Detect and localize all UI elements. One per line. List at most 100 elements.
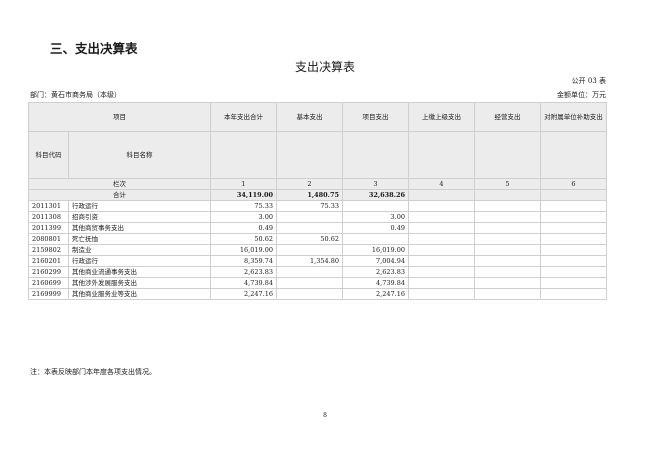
column-number: 5 [474,178,541,190]
amount-cell [408,222,475,234]
subject-name: 制造业 [68,244,211,256]
table-note: 注：本表反映部门本年度各项支出情况。 [30,368,156,376]
column-number-row: 栏次 1 2 3 4 5 6 [28,178,607,190]
amount-cell [474,288,541,300]
total-value [474,189,541,201]
subject-name: 其他商业流通事务支出 [68,266,211,278]
amount-cell: 2,623.83 [210,266,277,278]
amount-cell [474,255,541,267]
amount-cell [276,222,343,234]
amount-cell [540,288,607,300]
section-title: 三、支出决算表 [50,41,138,56]
subject-name-header: 科目名称 [68,131,211,179]
amount-cell [540,222,607,234]
amount-cell: 7,004.94 [342,255,409,267]
amount-cell [276,288,343,300]
amount-cell [474,211,541,223]
table-row: 2169999 其他商业服务业等支出 2,247.16 2,247.16 [28,288,607,300]
subject-name: 其他涉外发展服务支出 [68,277,211,289]
table-row: 2159802 制造业 16,019.00 16,019.00 [28,244,607,256]
amount-cell [276,211,343,223]
subject-code: 2169999 [28,288,69,300]
amount-cell [540,200,607,212]
amount-cell [540,233,607,245]
subject-name: 其他商贸事务支出 [68,222,211,234]
subject-code: 2011308 [28,211,69,223]
column-number-label: 栏次 [28,178,211,190]
amount-cell [474,277,541,289]
subject-code: 2080801 [28,233,69,245]
amount-cell: 2,623.83 [342,266,409,278]
amount-cell: 4,739.84 [342,277,409,289]
amount-cell [408,277,475,289]
amount-cell: 16,019.00 [342,244,409,256]
subject-name: 招商引资 [68,211,211,223]
total-label: 合计 [28,189,211,201]
amount-cell [408,200,475,212]
amount-cell: 50.62 [210,233,277,245]
column-number: 3 [342,178,409,190]
total-value: 34,119.00 [210,189,277,201]
amount-cell [408,244,475,256]
amount-cell [474,266,541,278]
amount-cell [540,255,607,267]
table-row: 2160201 行政运行 8,359.74 1,354.80 7,004.94 [28,255,607,267]
column-header: 项目支出 [342,102,409,132]
amount-cell [540,277,607,289]
amount-cell: 75.33 [276,200,343,212]
amount-cell: 4,739.84 [210,277,277,289]
subject-code: 2159802 [28,244,69,256]
subject-name: 其他商业服务业等支出 [68,288,211,300]
total-row: 合计 34,119.00 1,480.75 32,638.26 [28,189,607,201]
subject-code: 2160299 [28,266,69,278]
table-row: 2160299 其他商业流通事务支出 2,623.83 2,623.83 [28,266,607,278]
subject-header-row: 科目代码 科目名称 [28,131,607,179]
amount-cell [474,244,541,256]
column-number: 1 [210,178,277,190]
amount-cell: 16,019.00 [210,244,277,256]
amount-cell [408,233,475,245]
amount-cell: 8,359.74 [210,255,277,267]
amount-cell [408,211,475,223]
subject-name: 行政运行 [68,200,211,212]
column-number: 2 [276,178,343,190]
total-value [540,189,607,201]
header-item-cell: 项目 [28,102,211,132]
amount-cell: 50.62 [276,233,343,245]
column-number: 4 [408,178,475,190]
subject-name: 行政运行 [68,255,211,267]
table-row: 2011301 行政运行 75.33 75.33 [28,200,607,212]
amount-cell: 2,247.16 [342,288,409,300]
amount-cell [540,266,607,278]
amount-cell: 75.33 [210,200,277,212]
subject-code-header: 科目代码 [28,131,69,179]
subject-code: 2011301 [28,200,69,212]
column-header: 上缴上级支出 [408,102,475,132]
header-row: 项目 本年支出合计 基本支出 项目支出 上缴上级支出 经营支出 对附属单位补助支… [28,102,607,132]
column-header: 本年支出合计 [210,102,277,132]
document-title: 支出决算表 [294,60,355,74]
amount-cell [342,200,409,212]
amount-cell [540,244,607,256]
column-number: 6 [540,178,607,190]
amount-cell: 3.00 [342,211,409,223]
amount-cell [540,211,607,223]
column-header: 对附属单位补助支出 [540,102,607,132]
amount-cell [408,266,475,278]
table-row: 2080801 死亡抚恤 50.62 50.62 [28,233,607,245]
amount-cell: 3.00 [210,211,277,223]
table-row: 2011399 其他商贸事务支出 0.49 0.49 [28,222,607,234]
amount-cell: 2,247.16 [210,288,277,300]
subject-name: 死亡抚恤 [68,233,211,245]
table-row: 2011308 招商引资 3.00 3.00 [28,211,607,223]
column-header: 经营支出 [474,102,541,132]
amount-cell [408,255,475,267]
amount-cell [276,277,343,289]
department-label: 部门：黄石市商务局（本级） [30,91,121,99]
amount-cell [474,222,541,234]
expenditure-table: 项目 本年支出合计 基本支出 项目支出 上缴上级支出 经营支出 对附属单位补助支… [28,102,607,300]
form-code: 公开 03 表 [571,77,606,85]
amount-cell: 0.49 [210,222,277,234]
total-value: 32,638.26 [342,189,409,201]
amount-cell [474,233,541,245]
